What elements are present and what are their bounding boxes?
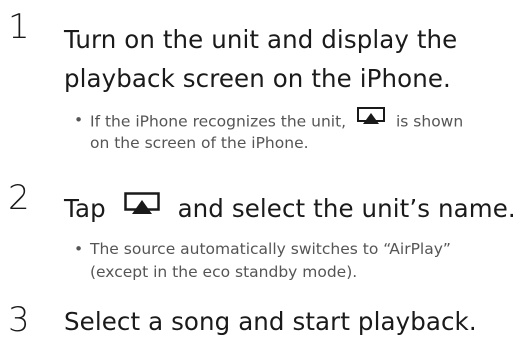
step-note: • If the iPhone recognizes the unit, is …	[74, 107, 504, 159]
airplay-icon	[357, 107, 386, 133]
bullet: •	[74, 240, 84, 258]
step-title: Tap and select the unit’s name.	[64, 189, 514, 230]
step-title-line: Turn on the unit and display the	[64, 25, 458, 54]
step-title: Select a song and start playback.	[64, 307, 477, 336]
step-note: • The source automatically switches to “…	[74, 238, 504, 288]
step-number: 2	[8, 178, 30, 218]
step-number: 1	[8, 7, 30, 47]
note-text-line: The source automatically switches to “Ai…	[90, 240, 451, 258]
note-text-line: on the screen of the iPhone.	[90, 134, 309, 152]
step-number: 3	[8, 300, 30, 340]
airplay-icon	[123, 188, 160, 227]
step-title: Turn on the unit and display the playbac…	[64, 20, 457, 98]
bullet: •	[74, 111, 84, 129]
note-text-line: (except in the eco standby mode).	[90, 263, 358, 281]
step-title-line: playback screen on the iPhone.	[64, 64, 451, 93]
